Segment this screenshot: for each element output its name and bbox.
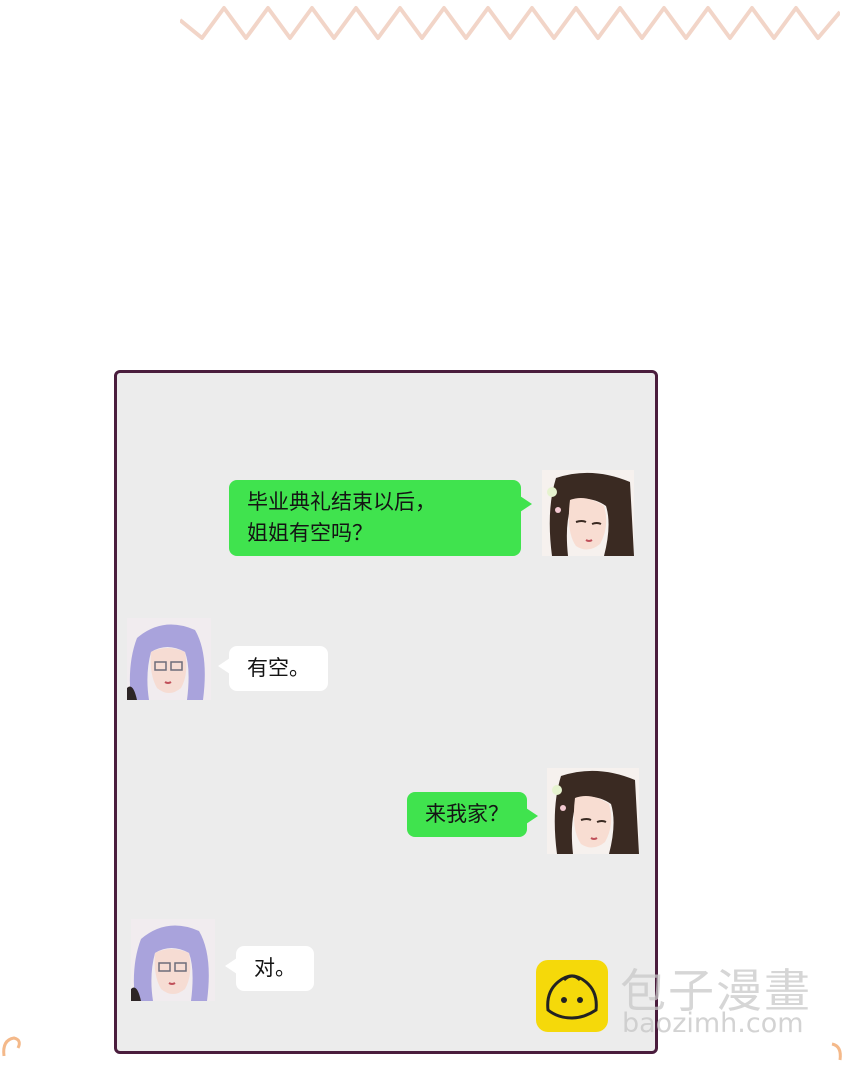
avatar-brown-haired-girl[interactable] xyxy=(542,470,634,556)
watermark-site-url: baozimh.com xyxy=(622,1008,804,1039)
bun-logo-icon xyxy=(536,960,608,1032)
zigzag-border-decoration xyxy=(180,6,840,40)
avatar-brown-haired-girl[interactable] xyxy=(547,768,639,854)
message-line: 对。 xyxy=(254,956,296,980)
purple-hair-woman-portrait-icon xyxy=(127,618,211,700)
chat-bubble-received-1[interactable]: 有空。 xyxy=(218,646,328,691)
brown-hair-girl-portrait-icon xyxy=(542,470,634,556)
chat-window: 毕业典礼结束以后， 姐姐有空吗？ 有空。 来我家？ 对。 xyxy=(114,370,658,1054)
swirl-decoration-icon xyxy=(2,1036,21,1057)
chat-bubble-sent-2[interactable]: 来我家？ xyxy=(407,792,538,837)
swirl-decoration-icon xyxy=(831,1042,842,1061)
message-line: 姐姐有空吗？ xyxy=(247,521,373,545)
brown-hair-girl-portrait-icon xyxy=(547,768,639,854)
purple-hair-woman-portrait-icon xyxy=(131,919,215,1001)
chat-bubble-received-2[interactable]: 对。 xyxy=(225,946,314,991)
avatar-purple-haired-woman[interactable] xyxy=(127,618,211,700)
comic-panel: 毕业典礼结束以后， 姐姐有空吗？ 有空。 来我家？ 对。 包子漫畫 baozim… xyxy=(0,0,850,1065)
avatar-purple-haired-woman[interactable] xyxy=(131,919,215,1001)
message-line: 来我家？ xyxy=(425,802,509,826)
message-line: 有空。 xyxy=(247,656,310,680)
chat-bubble-sent-1[interactable]: 毕业典礼结束以后， 姐姐有空吗？ xyxy=(229,480,532,556)
message-line: 毕业典礼结束以后， xyxy=(247,490,436,514)
